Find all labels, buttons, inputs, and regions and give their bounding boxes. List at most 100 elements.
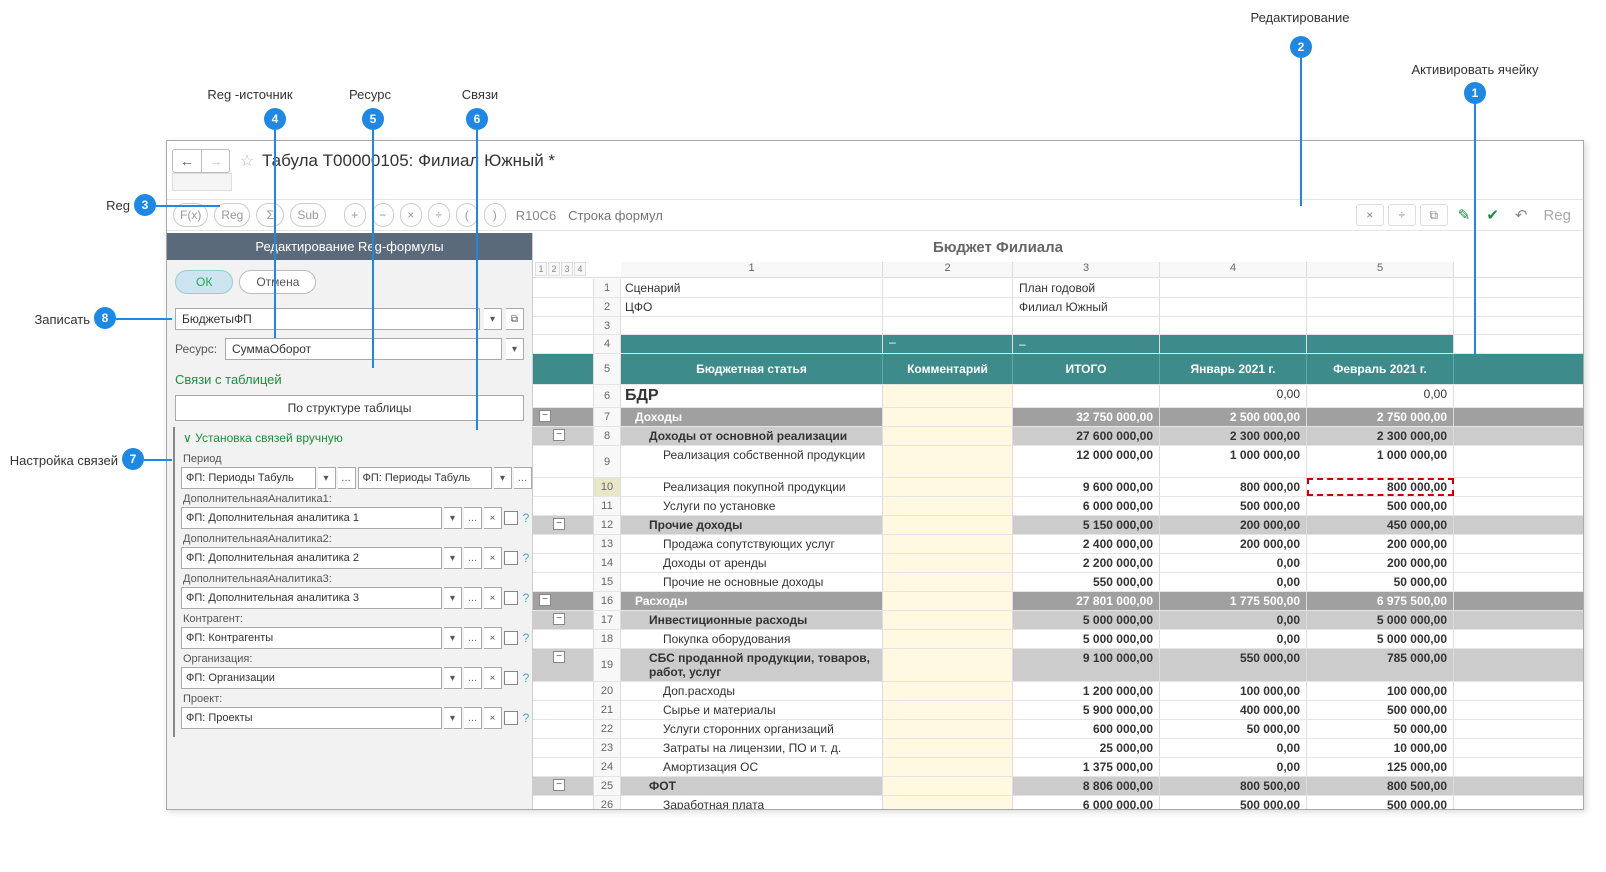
outline-level-3[interactable]: 3 <box>561 262 573 276</box>
plus-button[interactable]: + <box>344 203 366 227</box>
da3-dd[interactable]: ▾ <box>444 587 462 609</box>
title-row: ← → ☆ Табула T00000105: Филиал Южный * <box>167 148 1583 174</box>
da2-input[interactable] <box>181 547 442 569</box>
resource-dropdown[interactable]: ▾ <box>506 338 524 360</box>
da1-input[interactable] <box>181 507 442 529</box>
div-button[interactable]: ÷ <box>428 203 450 227</box>
reg2-button[interactable]: Reg <box>1537 203 1577 227</box>
period2-input[interactable] <box>358 467 493 489</box>
by-structure-button[interactable]: По структуре таблицы <box>175 395 524 421</box>
da1-dd[interactable]: ▾ <box>444 507 462 529</box>
outline-toggle[interactable]: − <box>553 613 565 625</box>
back-button[interactable]: ← <box>173 150 201 172</box>
outline-level-4[interactable]: 4 <box>574 262 586 276</box>
outline-level-2[interactable]: 2 <box>548 262 560 276</box>
outline-toggle[interactable]: − <box>553 518 565 530</box>
outline-toggle[interactable]: − <box>553 651 565 663</box>
outline-toggle[interactable]: − <box>539 594 551 606</box>
column-ruler: 1 2 3 4 1 2 3 4 5 <box>533 262 1583 278</box>
source-dropdown[interactable]: ▾ <box>484 308 502 330</box>
source-open[interactable]: ⧉ <box>506 308 524 330</box>
p2-dd[interactable]: ▾ <box>494 467 512 489</box>
da3-dots[interactable]: … <box>464 587 482 609</box>
da1-x[interactable]: × <box>484 507 502 529</box>
lparen-button[interactable]: ( <box>456 203 478 227</box>
p1-dd[interactable]: ▾ <box>318 467 336 489</box>
org-dd[interactable]: ▾ <box>444 667 462 689</box>
org-dots[interactable]: … <box>464 667 482 689</box>
da1-help[interactable]: ? <box>520 511 532 525</box>
da2-dd[interactable]: ▾ <box>444 547 462 569</box>
p2-dots[interactable]: … <box>514 467 532 489</box>
outline-toggle[interactable]: − <box>553 779 565 791</box>
col-3[interactable]: 3 <box>1013 262 1160 277</box>
da2-help[interactable]: ? <box>520 551 532 565</box>
sigma-button[interactable]: Σ <box>256 203 284 227</box>
cancel-button[interactable]: Отмена <box>239 270 316 294</box>
p1-dots[interactable]: … <box>338 467 356 489</box>
undo-icon[interactable]: ↶ <box>1509 203 1534 227</box>
proj-x[interactable]: × <box>484 707 502 729</box>
outline-toggle[interactable]: − <box>553 429 565 441</box>
da1-dots[interactable]: … <box>464 507 482 529</box>
da2-dots[interactable]: … <box>464 547 482 569</box>
col-5[interactable]: 5 <box>1307 262 1454 277</box>
proj-dots[interactable]: … <box>464 707 482 729</box>
da2-check[interactable] <box>504 551 518 565</box>
col-4[interactable]: 4 <box>1160 262 1307 277</box>
grid-body[interactable]: 1СценарийПлан годовой2ЦФОФилиал Южный34–… <box>533 279 1583 809</box>
da2-x[interactable]: × <box>484 547 502 569</box>
outline-toggle[interactable]: − <box>539 410 551 422</box>
proj-input[interactable] <box>181 707 442 729</box>
confirm-icon[interactable]: ✔ <box>1480 203 1505 227</box>
manual-label: Установка связей вручную <box>195 431 343 445</box>
anno-6-badge: 6 <box>466 108 488 130</box>
favorite-icon[interactable]: ☆ <box>236 151 258 171</box>
minus-button[interactable]: − <box>372 203 394 227</box>
ok-button[interactable]: ОК <box>175 270 233 294</box>
rparen-button[interactable]: ) <box>484 203 506 227</box>
col-2[interactable]: 2 <box>883 262 1013 277</box>
proj-dd[interactable]: ▾ <box>444 707 462 729</box>
ka-check[interactable] <box>504 631 518 645</box>
proj-help[interactable]: ? <box>520 711 532 725</box>
ka-x[interactable]: × <box>484 627 502 649</box>
expand-icon[interactable]: ⧉ <box>1420 204 1448 226</box>
period1-input[interactable] <box>181 467 316 489</box>
sheet-title: Бюджет Филиала <box>533 233 1583 262</box>
org-input[interactable] <box>181 667 442 689</box>
forward-button[interactable]: → <box>201 150 229 172</box>
da3-check[interactable] <box>504 591 518 605</box>
ka-help[interactable]: ? <box>520 631 532 645</box>
source-input[interactable] <box>175 308 480 330</box>
da3-x[interactable]: × <box>484 587 502 609</box>
da3-help[interactable]: ? <box>520 591 532 605</box>
da1-check[interactable] <box>504 511 518 525</box>
divide-icon[interactable]: ÷ <box>1388 204 1416 226</box>
outline-level-1[interactable]: 1 <box>535 262 547 276</box>
org-help[interactable]: ? <box>520 671 532 685</box>
mult-button[interactable]: × <box>400 203 422 227</box>
ka-dd[interactable]: ▾ <box>444 627 462 649</box>
resource-input[interactable] <box>225 338 502 360</box>
proj-check[interactable] <box>504 711 518 725</box>
anno-2-label: Редактирование <box>1240 10 1360 25</box>
da3-input[interactable] <box>181 587 442 609</box>
clear-icon[interactable]: × <box>1356 204 1384 226</box>
manual-expand[interactable]: ∨ Установка связей вручную <box>181 427 532 449</box>
anno-5-badge: 5 <box>362 108 384 130</box>
anno-1-label: Активировать ячейку <box>1400 62 1550 77</box>
edit-icon[interactable]: ✎ <box>1452 203 1477 227</box>
formula-toolbar: F(x) Reg Σ Sub + − × ÷ ( ) R10C6 × ÷ ⧉ ✎… <box>167 199 1583 231</box>
ka-input[interactable] <box>181 627 442 649</box>
anno-8-badge: 8 <box>94 307 116 329</box>
formula-input[interactable] <box>562 208 1350 223</box>
ka-dots[interactable]: … <box>464 627 482 649</box>
cell-reference: R10C6 <box>516 208 556 223</box>
org-check[interactable] <box>504 671 518 685</box>
org-x[interactable]: × <box>484 667 502 689</box>
sub-button[interactable]: Sub <box>290 203 325 227</box>
anno-3-label: Reg <box>100 198 130 213</box>
org-label: Организация: <box>183 653 530 665</box>
col-1[interactable]: 1 <box>621 262 883 277</box>
